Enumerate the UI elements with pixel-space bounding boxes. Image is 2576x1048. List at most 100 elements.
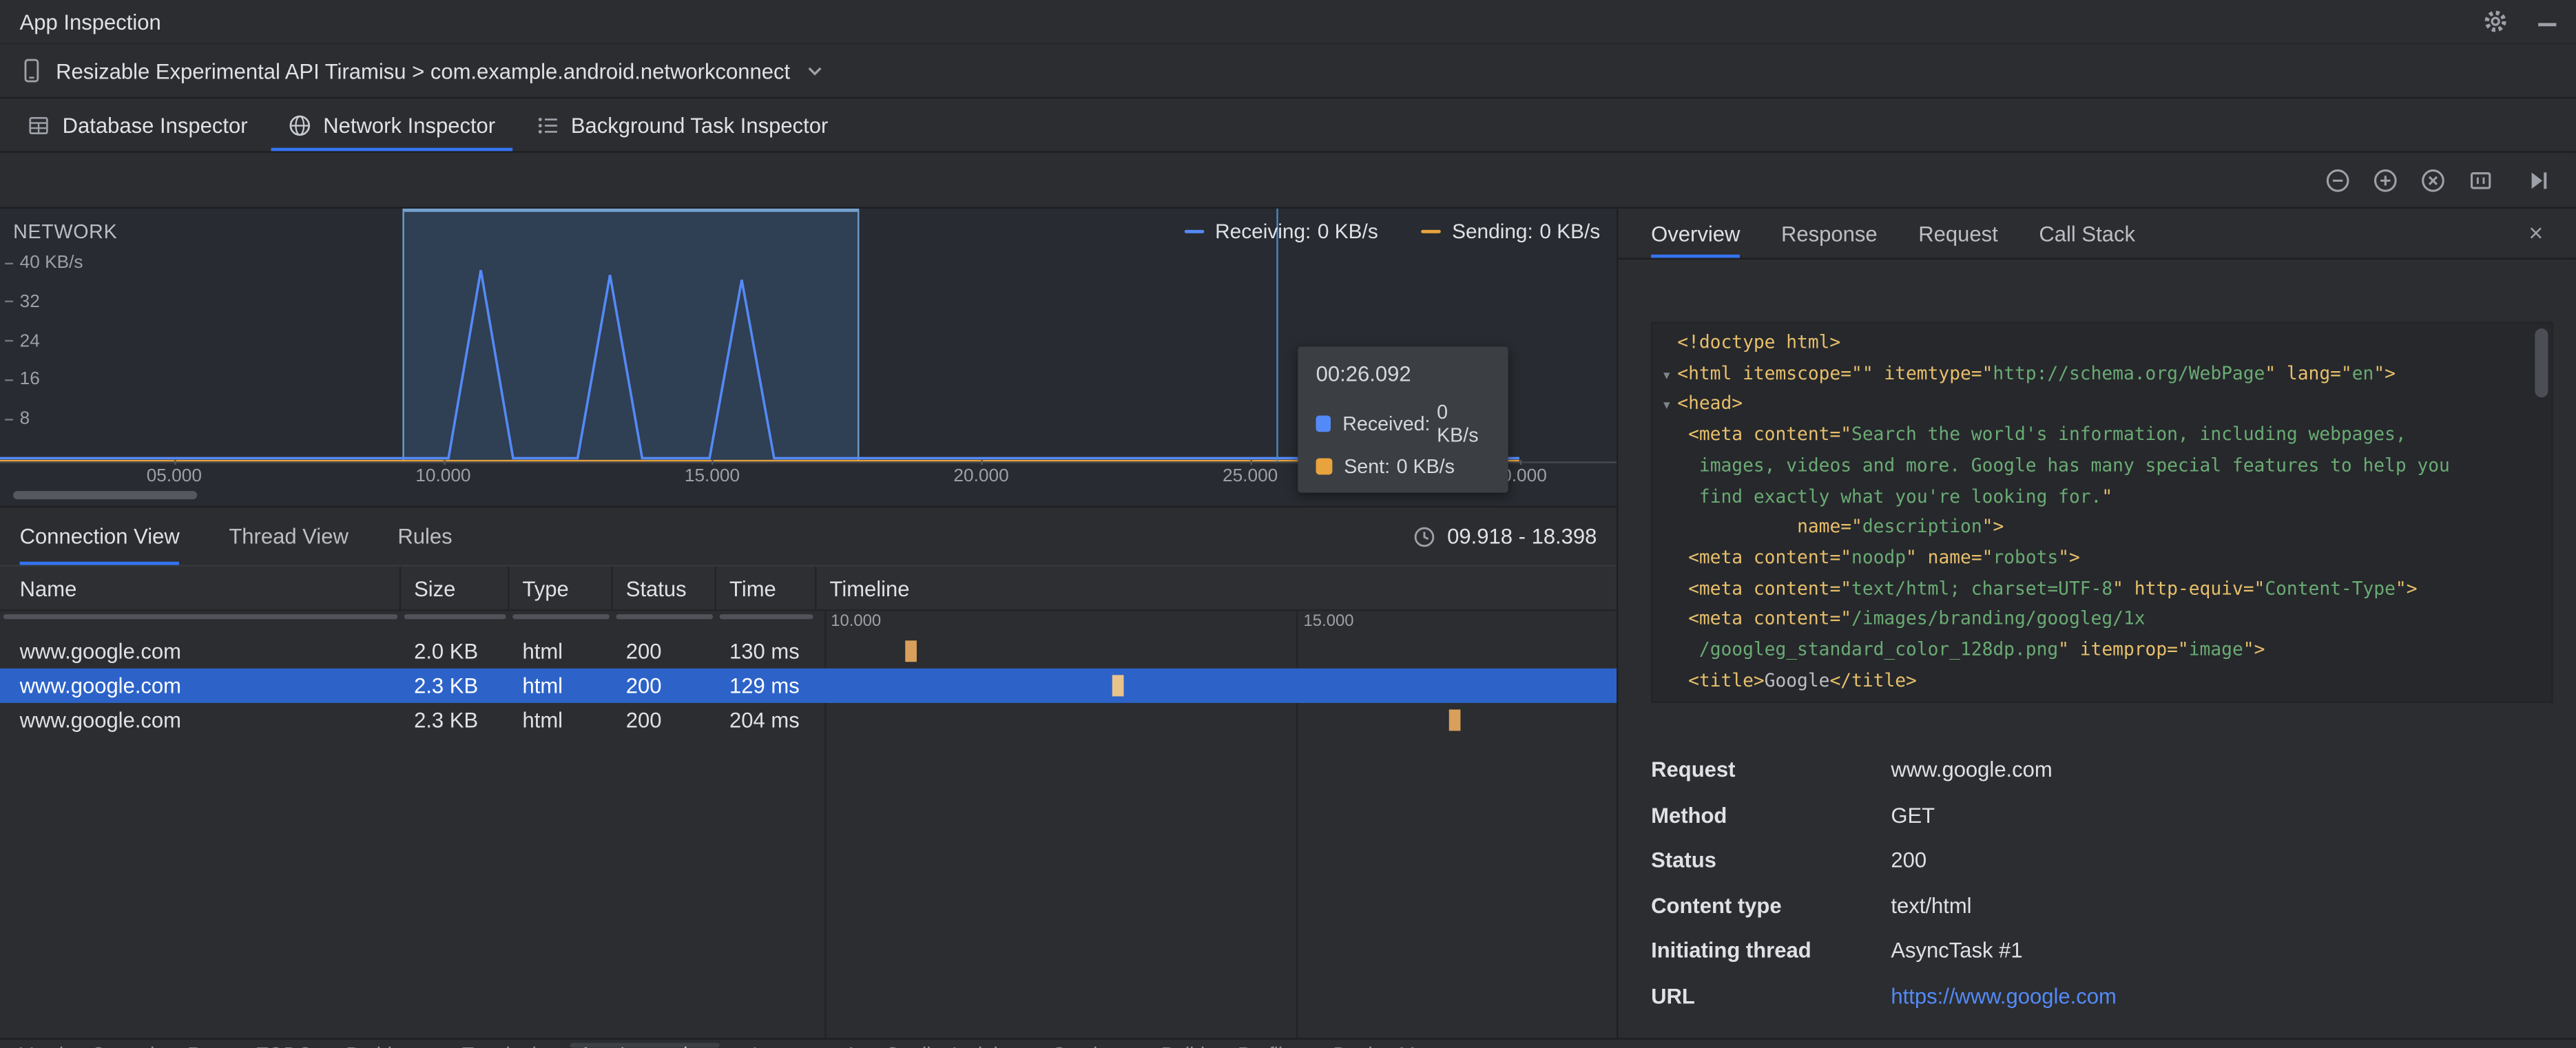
tab-network-inspector[interactable]: Network Inspector — [267, 98, 515, 151]
timeline-scale-label: 10.000 — [831, 612, 882, 631]
field-label: Content type — [1651, 892, 1782, 918]
code-vertical-scrollbar[interactable] — [2535, 328, 2548, 398]
tab-rules[interactable]: Rules — [397, 507, 452, 565]
legend-receiving: Receiving: 0 KB/s — [1183, 220, 1378, 244]
tool-window-button-app-inspection[interactable]: App Inspection — [569, 1042, 720, 1048]
connection-table-row[interactable]: www.google.com 2.0 KB html 200 130 ms — [0, 634, 1617, 669]
cell-status: 200 — [625, 673, 662, 698]
column-scrollbar[interactable] — [3, 614, 398, 620]
code-line: <meta content="/images/branding/googleg/… — [1656, 605, 2551, 636]
fold-gutter — [1656, 668, 1677, 697]
tooltip-time: 00:26.092 — [1316, 361, 1411, 386]
cell-name: www.google.com — [19, 708, 182, 733]
settings-gear-icon[interactable] — [2482, 8, 2509, 34]
timeline-scale-label: 15.000 — [1303, 612, 1354, 631]
connection-tab-bar: Connection View Thread View Rules 09.918… — [0, 507, 1617, 565]
selected-range: 09.918 - 18.398 — [1413, 524, 1597, 549]
zoom-out-icon[interactable] — [2325, 167, 2351, 193]
tab-database-inspector[interactable]: Database Inspector — [7, 98, 268, 151]
legend-sending: Sending: 0 KB/s — [1420, 220, 1600, 244]
detail-field-method: Method GET — [1651, 802, 2553, 848]
fold-gutter — [1656, 483, 1677, 512]
tooltip-sent-row: Sent: 0 KB/s — [1316, 455, 1490, 478]
code-lines: <!doctype html> ▾ <html itemscope="" itemt… — [1653, 324, 2552, 702]
legend-label: Receiving: — [1215, 220, 1311, 244]
detail-field-url: URL https://www.google.com — [1651, 983, 2553, 1029]
process-selector[interactable]: Resizable Experimental API Tiramisu > co… — [0, 43, 2576, 99]
column-scrollbar[interactable] — [404, 614, 506, 620]
tool-window-button-profiler[interactable]: Profiler — [1238, 1043, 1300, 1048]
connection-table-row[interactable]: www.google.com 2.3 KB html 200 204 ms — [0, 703, 1617, 737]
tool-window-button-run[interactable]: Run — [187, 1043, 224, 1048]
tool-window-button-terminal[interactable]: Terminal — [462, 1043, 537, 1048]
tool-window-button-device-manager[interactable]: Device Manager — [1333, 1043, 1476, 1048]
column-scrollbar[interactable] — [616, 614, 714, 620]
column-header-type[interactable]: Type — [509, 566, 613, 609]
tool-window-button-build[interactable]: Build — [1161, 1043, 1205, 1048]
response-preview-code: <!doctype html> ▾ <html itemscope="" itemt… — [1651, 322, 2553, 703]
fold-marker-icon[interactable]: ▾ — [1656, 392, 1677, 421]
tool-window-button-app-quality-insights[interactable]: App Quality Insights — [844, 1043, 1020, 1048]
chart-title: NETWORK — [13, 220, 118, 244]
column-header-size[interactable]: Size — [401, 566, 510, 609]
detail-field-initiating-thread: Initiating thread AsyncTask #1 — [1651, 938, 2553, 983]
tool-window-button-version-control[interactable]: Version Control — [20, 1043, 155, 1048]
inspector-tab-bar: Database Inspector Network Inspector Bac… — [0, 98, 2576, 153]
tool-window-button-services[interactable]: Services — [1052, 1043, 1128, 1048]
legend-label: Sending: — [1452, 220, 1533, 244]
field-value: www.google.com — [1891, 757, 2053, 782]
field-label: Initiating thread — [1651, 937, 1811, 963]
tool-window-button-logcat[interactable]: Logcat — [752, 1043, 811, 1048]
column-header-status[interactable]: Status — [613, 566, 716, 609]
connection-table-row[interactable]: www.google.com 2.3 KB html 200 129 ms — [0, 668, 1617, 703]
tab-label: Network Inspector — [323, 112, 496, 138]
close-icon[interactable]: × — [2528, 221, 2543, 246]
column-scrollbar[interactable] — [512, 614, 610, 620]
tool-window-button-problems[interactable]: Problems — [346, 1043, 429, 1048]
skip-to-end-icon[interactable] — [2525, 167, 2551, 193]
chart-y-tick: 8 — [5, 409, 30, 429]
reset-zoom-icon[interactable] — [2420, 167, 2446, 193]
tab-label: Background Task Inspector — [570, 112, 829, 138]
column-header-timeline[interactable]: Timeline — [816, 567, 1618, 609]
device-phone-icon — [18, 57, 44, 83]
column-header-name[interactable]: Name — [0, 566, 401, 609]
code-line: <meta content="noodp" name="robots"> — [1656, 543, 2551, 574]
tab-response[interactable]: Response — [1781, 209, 1878, 258]
chart-legend: Receiving: 0 KB/s Sending: 0 KB/s — [1183, 220, 1600, 244]
chart-tooltip: 00:26.092 Received: 0 KB/s Sent: 0 KB/s — [1298, 346, 1508, 493]
chart-x-tick: 25.000 — [1222, 459, 1278, 487]
code-line: name="description"> — [1656, 513, 2551, 544]
fold-gutter — [1656, 576, 1677, 605]
tab-overview[interactable]: Overview — [1651, 209, 1741, 258]
timeline-scale-row: 10.000 15.000 — [0, 611, 1617, 633]
fold-marker-icon[interactable]: ▾ — [1656, 361, 1677, 390]
column-scrollbar[interactable] — [719, 614, 813, 620]
connection-table-header: Name Size Type Status Time Timeline — [0, 565, 1617, 611]
field-value: AsyncTask #1 — [1891, 937, 2023, 963]
cell-timeline — [816, 703, 1618, 737]
network-pane: NETWORK Receiving: 0 KB/s Sending: 0 KB/… — [0, 208, 1619, 1038]
detail-field-status: Status 200 — [1651, 848, 2553, 893]
tab-call-stack[interactable]: Call Stack — [2039, 209, 2135, 258]
zoom-in-icon[interactable] — [2372, 167, 2398, 193]
received-swatch — [1316, 415, 1331, 432]
sent-swatch — [1316, 458, 1333, 475]
minimize-icon[interactable] — [2538, 22, 2557, 25]
column-header-time[interactable]: Time — [716, 566, 817, 609]
url-link[interactable]: https://www.google.com — [1891, 983, 2553, 1008]
chart-horizontal-scrollbar[interactable] — [13, 491, 198, 500]
tab-thread-view[interactable]: Thread View — [229, 507, 349, 565]
series-receiving — [0, 270, 1519, 460]
fold-gutter — [1656, 638, 1677, 667]
zoom-to-selection-icon[interactable] — [2468, 167, 2494, 193]
chart-y-tick: 24 — [5, 331, 40, 350]
tab-request[interactable]: Request — [1918, 209, 1997, 258]
tool-window-button-todo[interactable]: TODO — [256, 1043, 313, 1048]
tab-connection-view[interactable]: Connection View — [19, 507, 180, 565]
legend-value: 0 KB/s — [1317, 220, 1378, 244]
chart-x-tick: 15.000 — [684, 459, 740, 487]
tab-background-task-inspector[interactable]: Background Task Inspector — [515, 98, 848, 151]
process-selector-label: Resizable Experimental API Tiramisu > co… — [56, 58, 791, 83]
request-timeline-marker — [1112, 675, 1125, 697]
